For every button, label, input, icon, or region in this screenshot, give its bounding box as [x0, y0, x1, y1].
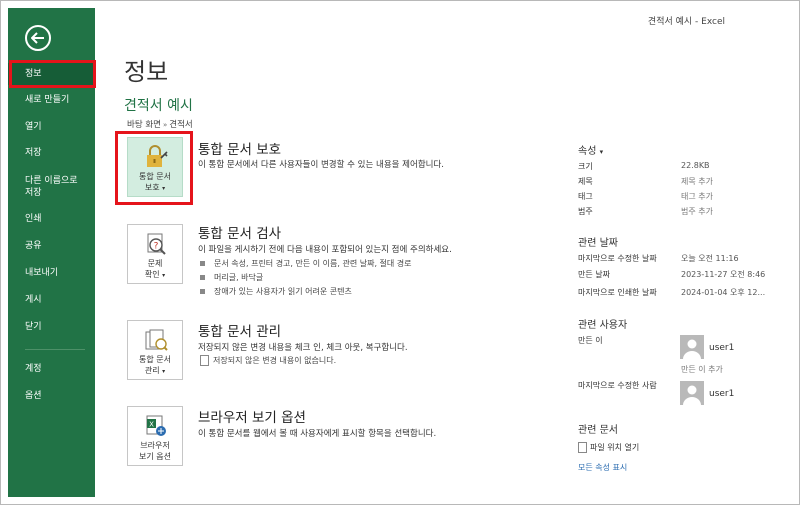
document-name: 견적서 예시: [124, 98, 193, 114]
properties-header[interactable]: 속성 ▾: [578, 142, 603, 157]
sidebar-item-label: 옵션: [25, 391, 42, 401]
svg-text:?: ?: [154, 242, 159, 252]
sidebar-item-options[interactable]: 옵션: [8, 385, 95, 407]
section-description: 이 통합 문서를 웹에서 볼 때 사용자에게 표시할 항목을 선택합니다.: [198, 429, 437, 439]
note-text: 저장되지 않은 변경 내용이 없습니다.: [213, 356, 337, 365]
section-title: 통합 문서 검사: [198, 226, 282, 242]
breadcrumb-part: 바탕 화면: [127, 120, 161, 130]
sidebar-item-open[interactable]: 열기: [8, 116, 95, 138]
page-title: 정보: [124, 58, 169, 86]
sidebar-item-label: 계정: [25, 364, 42, 374]
sidebar-item-label: 닫기: [25, 322, 42, 332]
document-icon: [578, 442, 587, 453]
avatar: [680, 381, 704, 405]
check-issues-button[interactable]: ? 문제 확인 ▾: [127, 224, 183, 284]
property-label: 태그: [578, 192, 593, 201]
property-value-input[interactable]: 제목 추가: [681, 176, 713, 187]
section-title: 통합 문서 보호: [198, 142, 282, 158]
show-all-properties-link[interactable]: 모든 속성 표시: [578, 462, 627, 473]
excel-browser-icon: X: [146, 415, 166, 436]
author-name[interactable]: user1: [709, 343, 734, 353]
section-description: 이 통합 문서에서 다른 사용자들이 변경할 수 있는 내용을 제어합니다.: [198, 160, 444, 170]
header-label: 속성: [578, 146, 597, 157]
no-changes-note: 저장되지 않은 변경 내용이 없습니다.: [200, 355, 336, 366]
highlight-box-info: [9, 60, 96, 88]
sidebar-item-label: 인쇄: [25, 214, 42, 224]
section-description: 이 파일을 게시하기 전에 다음 내용이 포함되어 있는지 점에 주의하세요.: [198, 245, 452, 255]
window-title: 견적서 예시 - Excel: [647, 17, 725, 27]
date-value: 2024-01-04 오후 12...: [681, 288, 766, 297]
browser-view-options-button[interactable]: X 브라우저 보기 옵션: [127, 406, 183, 466]
sidebar-item-save[interactable]: 저장: [8, 142, 95, 164]
manage-document-icon: [145, 329, 168, 351]
sidebar-item-close[interactable]: 닫기: [8, 316, 95, 338]
sidebar-item-label: 열기: [25, 122, 42, 132]
sidebar-item-account[interactable]: 계정: [8, 358, 95, 380]
sidebar-item-print[interactable]: 인쇄: [8, 208, 95, 230]
sidebar-item-save-as[interactable]: 다른 이름으로 저장: [8, 173, 88, 201]
property-value-input[interactable]: 태그 추가: [681, 191, 713, 202]
date-value: 2023-11-27 오전 8:46: [681, 270, 766, 279]
sidebar-item-label: 저장: [25, 148, 42, 158]
button-label: 브라우저: [140, 441, 170, 450]
sidebar-item-label: 내보내기: [25, 268, 59, 278]
date-label: 만든 날짜: [578, 270, 610, 279]
back-arrow-icon[interactable]: [25, 25, 51, 51]
section-title: 통합 문서 관리: [198, 324, 282, 340]
document-icon: [200, 355, 209, 366]
sidebar-item-new[interactable]: 새로 만들기: [8, 89, 95, 111]
sidebar-item-share[interactable]: 공유: [8, 235, 95, 257]
sidebar-item-label: 공유: [25, 241, 42, 251]
button-label: 보기 옵션: [139, 452, 171, 461]
property-label: 범주: [578, 207, 593, 216]
sidebar-divider: [25, 349, 85, 350]
chevron-down-icon: ▾: [599, 148, 604, 156]
property-value: 22.8KB: [681, 161, 710, 170]
modifier-name[interactable]: user1: [709, 389, 734, 399]
related-people-header: 관련 사용자: [578, 320, 628, 331]
property-label: 제목: [578, 177, 593, 186]
breadcrumb-separator: »: [162, 121, 168, 129]
manage-workbook-button[interactable]: 통합 문서 관리 ▾: [127, 320, 183, 380]
section-description: 저장되지 않은 변경 내용을 체크 인, 체크 아웃, 복구합니다.: [198, 343, 408, 353]
open-file-location-link[interactable]: 파일 위치 열기: [578, 442, 639, 453]
section-title: 브라우저 보기 옵션: [198, 410, 306, 426]
list-item-text: 장애가 있는 사용자가 읽기 어려운 콘텐츠: [214, 287, 352, 296]
sidebar-item-label: 다른 이름으로 저장: [25, 176, 78, 198]
inspect-document-icon: ?: [147, 233, 166, 255]
add-author-input[interactable]: 만든 이 추가: [681, 364, 723, 375]
related-documents-header: 관련 문서: [578, 425, 618, 436]
avatar: [680, 335, 704, 359]
list-item-text: 머리글, 바닥글: [214, 273, 264, 282]
property-label: 크기: [578, 162, 593, 171]
button-label: 통합 문서: [139, 355, 171, 364]
breadcrumb-part: 견적서: [169, 120, 193, 130]
related-dates-header: 관련 날짜: [578, 238, 618, 249]
sidebar-item-export[interactable]: 내보내기: [8, 262, 95, 284]
author-label: 만든 이: [578, 336, 603, 345]
date-value: 오늘 오전 11:16: [681, 254, 739, 263]
list-item-text: 문서 속성, 프린터 경고, 만든 이 이름, 관련 날짜, 절대 경로: [214, 259, 412, 268]
chevron-down-icon: ▾: [162, 272, 166, 279]
breadcrumb[interactable]: 바탕 화면» 견적서: [127, 118, 193, 130]
chevron-down-icon: ▾: [162, 368, 166, 375]
list-item: 장애가 있는 사용자가 읽기 어려운 콘텐츠: [200, 286, 352, 297]
last-modified-by-label: 마지막으로 수정한 사람: [578, 381, 657, 390]
date-label: 마지막으로 수정한 날짜: [578, 254, 657, 263]
button-label: 문제: [147, 259, 163, 268]
link-text: 파일 위치 열기: [590, 443, 640, 452]
date-label: 마지막으로 인쇄한 날짜: [578, 288, 657, 297]
property-value-input[interactable]: 범주 추가: [681, 206, 713, 217]
list-item: 문서 속성, 프린터 경고, 만든 이 이름, 관련 날짜, 절대 경로: [200, 258, 412, 269]
highlight-box-protect: [115, 131, 193, 205]
list-item: 머리글, 바닥글: [200, 272, 263, 283]
svg-text:X: X: [149, 421, 154, 429]
sidebar-item-label: 게시: [25, 295, 42, 305]
sidebar-item-publish[interactable]: 게시: [8, 289, 95, 311]
button-label: 확인: [144, 270, 160, 279]
sidebar-item-label: 새로 만들기: [25, 95, 70, 105]
button-label: 관리: [144, 366, 160, 375]
